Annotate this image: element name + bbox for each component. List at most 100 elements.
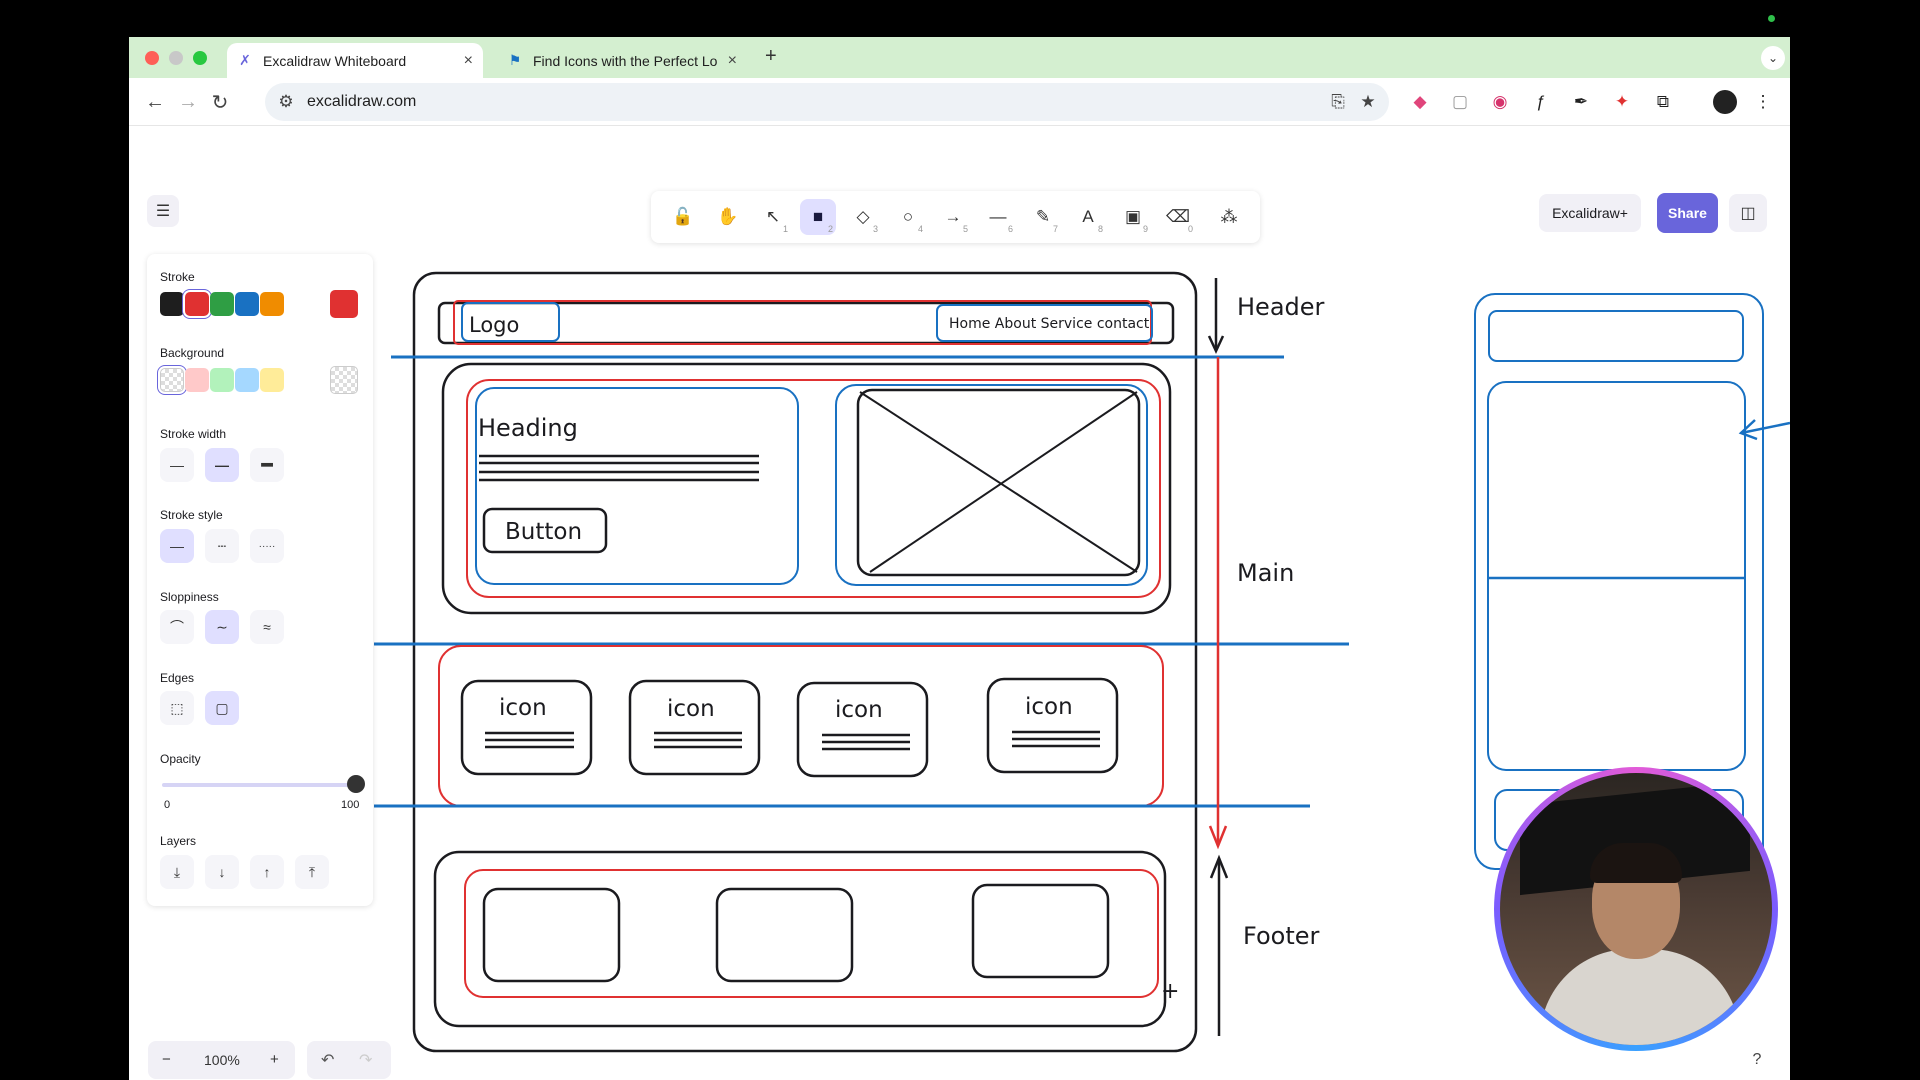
undo-button[interactable]: ↶	[321, 1050, 334, 1070]
stroke-width-thin[interactable]: —	[160, 448, 194, 482]
stroke-style-dotted[interactable]: ·····	[250, 529, 284, 563]
feature-icon-label: icon	[835, 697, 883, 723]
extensions-puzzle-icon[interactable]: ⧉	[1651, 90, 1675, 114]
ellipse-tool-button[interactable]: ○ 4	[890, 199, 926, 235]
sloppiness-artist[interactable]: ∼	[205, 610, 239, 644]
line-tool-button[interactable]: —6	[980, 199, 1016, 235]
arrow-tool-button[interactable]: → 5	[935, 199, 971, 235]
footer-column[interactable]	[971, 883, 1110, 979]
stroke-swatch-black[interactable]	[160, 292, 184, 316]
stroke-style-dashed[interactable]: ┄	[205, 529, 239, 563]
stroke-swatch-orange[interactable]	[260, 292, 284, 316]
send-backward-button[interactable]: ↓	[205, 855, 239, 889]
more-tools-button[interactable]: ⁂	[1211, 199, 1247, 235]
sloppiness-cartoonist[interactable]: ≈	[250, 610, 284, 644]
stroke-width-bold[interactable]: —	[205, 448, 239, 482]
reload-icon[interactable]: ↻	[206, 88, 234, 116]
close-window-button[interactable]	[145, 51, 159, 65]
profile-avatar[interactable]	[1713, 90, 1737, 114]
image-tool-button[interactable]: ▣ 9	[1115, 199, 1151, 235]
selection-tool-button[interactable]: ↖ 1	[755, 199, 791, 235]
site-settings-icon[interactable]: ⚙	[275, 91, 297, 113]
help-icon[interactable]: ?	[1743, 1046, 1771, 1074]
hero-red-box[interactable]	[466, 379, 1161, 598]
crosshair-cursor-icon: +	[1161, 979, 1179, 1004]
forward-icon[interactable]: →	[174, 88, 202, 116]
eraser-tool-button[interactable]: ⌫ 0	[1160, 199, 1196, 235]
mobile-content-box[interactable]	[1487, 381, 1746, 771]
stroke-width-extra-bold[interactable]: ━	[250, 448, 284, 482]
font-extension-icon[interactable]: ƒ	[1529, 90, 1553, 114]
rectangle-tool-button[interactable]: ■ 2	[800, 199, 836, 235]
shortcut-key: 7	[1052, 224, 1058, 234]
stroke-style-solid[interactable]: —	[160, 529, 194, 563]
footer-column[interactable]	[715, 887, 854, 983]
sloppiness-architect[interactable]: ⌒	[160, 610, 194, 644]
feature-card[interactable]: icon	[986, 677, 1119, 774]
hero-button-text: Button	[505, 519, 582, 545]
maximize-window-button[interactable]	[193, 51, 207, 65]
zoom-level[interactable]: 100%	[204, 1052, 240, 1068]
feature-card[interactable]: icon	[796, 681, 929, 778]
close-tab-icon[interactable]: ×	[464, 52, 473, 70]
lock-tool-button[interactable]: 🔓	[665, 199, 701, 235]
screen-recorder-icon[interactable]: ◉	[1488, 90, 1512, 114]
bring-to-front-button[interactable]: ⤒	[295, 855, 329, 889]
background-swatch-green[interactable]	[210, 368, 234, 392]
feature-card[interactable]: icon	[460, 679, 593, 776]
main-menu-button[interactable]: ☰	[147, 195, 179, 227]
zoom-in-button[interactable]: +	[270, 1051, 279, 1068]
text-tool-button[interactable]: A8	[1070, 199, 1106, 235]
opacity-slider[interactable]	[162, 783, 354, 787]
google-extension-icon[interactable]: ✦	[1610, 90, 1634, 114]
stroke-current-color[interactable]	[330, 290, 358, 318]
bring-forward-button[interactable]: ↑	[250, 855, 284, 889]
features-red-box[interactable]	[438, 645, 1164, 807]
mobile-header-box[interactable]	[1488, 310, 1744, 362]
background-swatch-pink[interactable]	[185, 368, 209, 392]
hero-heading-text: Heading	[478, 414, 578, 442]
hand-icon: ✋	[717, 207, 739, 226]
shortcut-key: 2	[827, 224, 833, 234]
edges-round[interactable]: ▢	[205, 691, 239, 725]
close-tab-icon[interactable]: ×	[728, 52, 737, 70]
stroke-swatch-red[interactable]	[185, 292, 209, 316]
stroke-label: Stroke	[160, 270, 195, 284]
footer-column[interactable]	[482, 887, 621, 983]
background-swatch-transparent[interactable]	[160, 368, 184, 392]
eyedropper-icon[interactable]: ✒	[1569, 90, 1593, 114]
opacity-slider-thumb[interactable]	[347, 775, 365, 793]
feature-card[interactable]: icon	[628, 679, 761, 776]
hero-image-blue-box[interactable]	[835, 384, 1148, 586]
install-app-icon[interactable]: ⎘	[1327, 91, 1349, 113]
webcam-video	[1500, 773, 1772, 1045]
stroke-swatch-blue[interactable]	[235, 292, 259, 316]
draw-tool-button[interactable]: ✎ 7	[1025, 199, 1061, 235]
footer-box[interactable]	[433, 850, 1167, 1028]
color-extension-icon[interactable]: ◆	[1408, 90, 1432, 114]
excalidraw-plus-button[interactable]: Excalidraw+	[1539, 194, 1641, 232]
background-current-color[interactable]	[330, 366, 358, 394]
send-to-back-button[interactable]: ⤓	[160, 855, 194, 889]
tab-find-icons[interactable]: ⚑ Find Icons with the Perfect Lo ×	[497, 43, 747, 78]
browser-menu-icon[interactable]: ⋮	[1751, 90, 1775, 114]
redo-button[interactable]: ↷	[359, 1050, 372, 1070]
tab-search-icon[interactable]: ⌄	[1761, 46, 1785, 70]
address-bar[interactable]: ⚙ excalidraw.com ⎘ ★	[265, 83, 1389, 121]
background-swatch-yellow[interactable]	[260, 368, 284, 392]
share-button[interactable]: Share	[1657, 193, 1718, 233]
hand-tool-button[interactable]: ✋	[710, 199, 746, 235]
bookmark-star-icon[interactable]: ★	[1357, 91, 1379, 113]
new-tab-button[interactable]: +	[765, 45, 777, 68]
zoom-out-button[interactable]: −	[162, 1051, 171, 1068]
edges-sharp[interactable]: ⬚	[160, 691, 194, 725]
code-extension-icon[interactable]: ▢	[1448, 90, 1472, 114]
diamond-tool-button[interactable]: ◇ 3	[845, 199, 881, 235]
library-button[interactable]: ◫	[1729, 194, 1767, 232]
background-swatch-blue[interactable]	[235, 368, 259, 392]
back-icon[interactable]: ←	[141, 88, 169, 116]
stroke-style-label: Stroke style	[160, 508, 223, 522]
minimize-window-button[interactable]	[169, 51, 183, 65]
stroke-swatch-green[interactable]	[210, 292, 234, 316]
tab-excalidraw[interactable]: ✗ Excalidraw Whiteboard ×	[227, 43, 483, 78]
